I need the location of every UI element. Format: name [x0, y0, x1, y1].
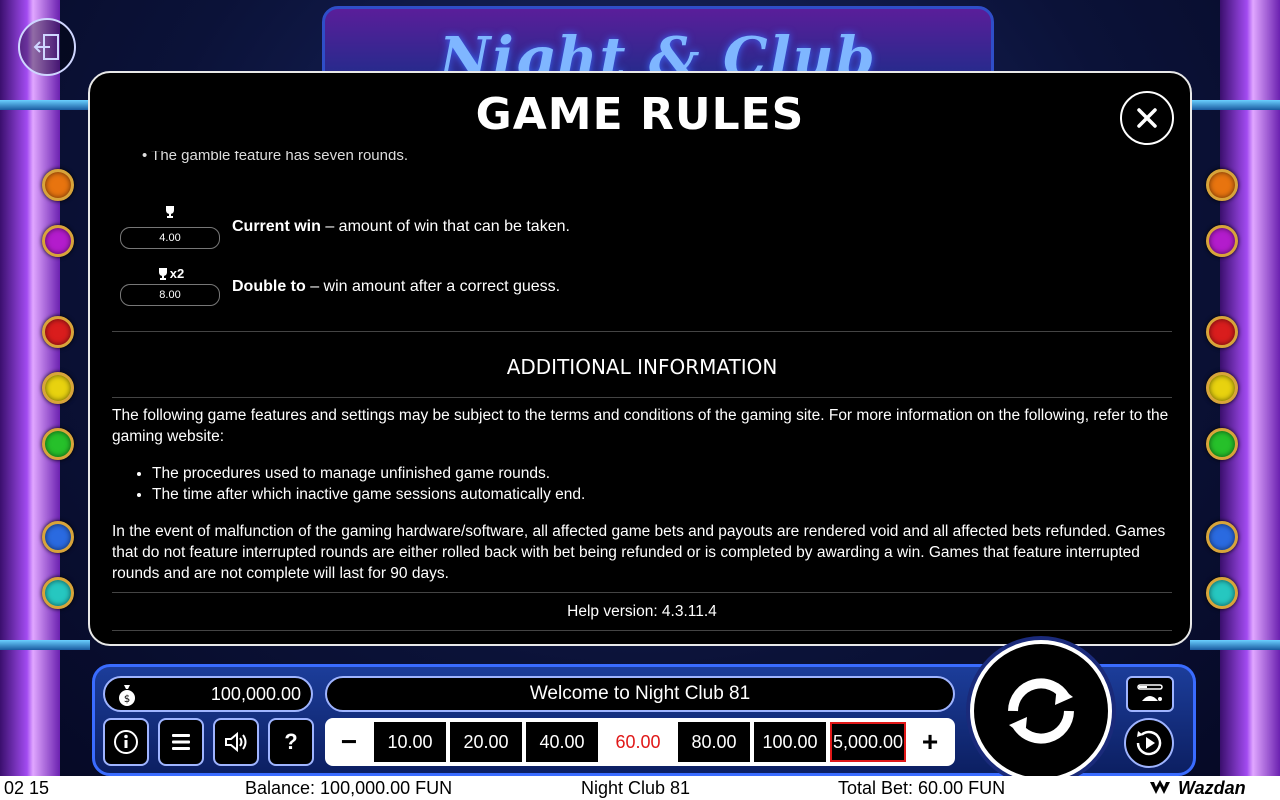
clock: 02 15 — [4, 778, 50, 798]
info-button[interactable] — [103, 718, 149, 766]
game-rules-modal: GAME RULES • The gamble feature has seve… — [88, 71, 1192, 646]
money-bag-icon: $ — [119, 685, 135, 706]
lamp-green-right — [1206, 428, 1238, 460]
bet-option-max[interactable]: 5,000.00 — [830, 722, 906, 762]
exit-door-icon — [33, 34, 59, 60]
svg-text:$: $ — [124, 694, 130, 705]
spin-arrows-icon — [1008, 678, 1074, 744]
status-bar: 02 15 Balance: 100,000.00 FUN Night Club… — [0, 776, 1280, 800]
bet-option-selected[interactable]: 60.00 — [602, 722, 674, 762]
info-icon — [114, 730, 138, 754]
speaker-icon — [225, 731, 247, 753]
spin-button[interactable] — [970, 640, 1112, 782]
lamp-purple-left — [42, 225, 74, 257]
bet-increase-button[interactable]: + — [910, 722, 950, 762]
rule-desc: – amount of win that can be taken. — [320, 218, 570, 235]
turtle-icon — [1137, 684, 1163, 701]
balance-display: $ 100,000.00 — [103, 676, 313, 712]
right-rail-bottom — [1190, 640, 1280, 650]
close-icon — [1137, 108, 1157, 128]
info-bullets: The procedures used to manage unfinished… — [112, 463, 1172, 505]
section-title-additional-info: ADDITIONAL INFORMATION — [506, 355, 778, 379]
autoplay-button[interactable] — [1124, 718, 1174, 768]
cut-off-bullet: • The gamble feature has seven rounds. — [142, 151, 408, 164]
bet-decrease-button[interactable]: − — [329, 722, 369, 762]
left-rail-bottom — [0, 640, 90, 650]
double-badge: x2 — [169, 266, 185, 281]
sound-button[interactable] — [213, 718, 259, 766]
bullet-item: The time after which inactive game sessi… — [152, 484, 1172, 505]
help-version: Help version: 4.3.11.4 — [567, 603, 717, 620]
left-rail — [0, 100, 90, 110]
bet-option[interactable]: 80.00 — [678, 722, 750, 762]
bet-option[interactable]: 20.00 — [450, 722, 522, 762]
rule-term: Current win — [232, 218, 321, 235]
lamp-red-left — [42, 316, 74, 348]
right-rail — [1190, 100, 1280, 110]
divider — [112, 630, 1172, 631]
bet-option[interactable]: 40.00 — [526, 722, 598, 762]
lamp-yellow-right — [1206, 372, 1238, 404]
help-button[interactable]: ? — [268, 718, 314, 766]
rule-desc: – win amount after a correct guess. — [305, 277, 561, 295]
current-win-pill: 4.00 — [120, 227, 220, 249]
malfunction-paragraph: In the event of malfunction of the gamin… — [112, 523, 1166, 582]
divider — [112, 331, 1172, 332]
close-button[interactable] — [1120, 91, 1174, 145]
balance-value: 100,000.00 — [210, 684, 301, 704]
rule-double-to: x2 8.00 Double to – win amount after a c… — [120, 267, 560, 306]
bet-option[interactable]: 100.00 — [754, 722, 826, 762]
lamp-cyan-left — [42, 577, 74, 609]
lamp-orange-left — [42, 169, 74, 201]
turbo-button[interactable] — [1126, 676, 1174, 712]
lamp-red-right — [1206, 316, 1238, 348]
divider — [112, 592, 1172, 593]
lamp-green-left — [42, 428, 74, 460]
lamp-blue-right — [1206, 521, 1238, 553]
bet-option[interactable]: 10.00 — [374, 722, 446, 762]
autoplay-icon — [1136, 730, 1162, 756]
brand-logo: Wazdan — [1150, 776, 1246, 800]
modal-title: GAME RULES — [475, 89, 805, 140]
trophy-x2-icon — [158, 268, 167, 280]
double-to-pill: 8.00 — [120, 284, 220, 306]
exit-button[interactable] — [18, 18, 76, 76]
rules-scroll-area[interactable]: • The gamble feature has seven rounds. 4… — [112, 151, 1172, 631]
lamp-blue-left — [42, 521, 74, 553]
rule-term: Double to — [232, 277, 306, 295]
message-display: Welcome to Night Club 81 — [325, 676, 955, 712]
status-game-name: Night Club 81 — [581, 778, 691, 798]
intro-paragraph: The following game features and settings… — [112, 407, 1169, 445]
lamp-orange-right — [1206, 169, 1238, 201]
lamp-cyan-right — [1206, 577, 1238, 609]
brand-name: Wazdan — [1178, 778, 1246, 798]
lamp-purple-right — [1206, 225, 1238, 257]
bullet-item: The procedures used to manage unfinished… — [152, 463, 1172, 484]
status-balance: Balance: 100,000.00 FUN — [245, 778, 453, 798]
status-total-bet: Total Bet: 60.00 FUN — [838, 778, 1006, 798]
menu-icon — [172, 734, 190, 750]
rule-current-win: 4.00 Current win – amount of win that ca… — [120, 205, 570, 249]
trophy-icon — [166, 206, 174, 218]
lamp-yellow-left — [42, 372, 74, 404]
divider — [112, 397, 1172, 398]
wazdan-logo-icon — [1150, 780, 1170, 794]
menu-button[interactable] — [158, 718, 204, 766]
